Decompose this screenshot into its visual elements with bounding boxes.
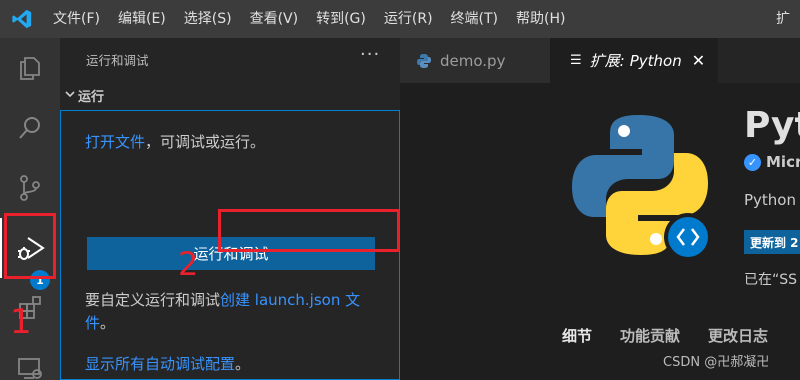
show-all-suffix: 。 <box>235 355 251 373</box>
watermark: CSDN @卍郝凝卍 <box>663 355 770 370</box>
tab-ext-label: Python <box>629 51 682 70</box>
extension-detail-tabs: 细节 功能贡献 更改日志 <box>562 325 768 346</box>
section-label: 运行 <box>78 90 105 105</box>
installed-status: 已在“SS <box>744 272 798 288</box>
menu-help[interactable]: 帮助(H) <box>507 0 574 38</box>
extension-editor: Pyth ✓ Micr Python 更新到 2 已在“SS 细节 功能贡献 更… <box>400 83 800 380</box>
tab-demo-label: demo.py <box>440 51 506 70</box>
annotation-number-2: 2 <box>178 245 199 283</box>
search-icon[interactable] <box>0 98 60 158</box>
tab-contributions[interactable]: 功能贡献 <box>620 325 680 346</box>
annotation-box-2 <box>218 209 400 252</box>
show-all-line: 显示所有自动调试配置。 <box>85 353 250 374</box>
open-file-line: 打开文件，可调试或运行。 <box>85 131 265 152</box>
source-control-icon[interactable] <box>0 158 60 218</box>
extension-description: Python <box>744 191 796 209</box>
window-title: 扩 <box>776 11 790 27</box>
tab-ext-prefix: 扩展: <box>589 52 625 70</box>
files-icon[interactable] <box>0 38 60 98</box>
annotation-number-1: 1 <box>10 302 32 342</box>
menu-view[interactable]: 查看(V) <box>241 0 308 38</box>
close-icon[interactable]: ✕ <box>692 51 705 70</box>
title-bar: 文件(F) 编辑(E) 选择(S) 查看(V) 转到(G) 运行(R) 终端(T… <box>0 0 800 38</box>
publisher[interactable]: ✓ Micr <box>744 153 800 171</box>
menu-terminal[interactable]: 终端(T) <box>442 0 507 38</box>
tab-changelog[interactable]: 更改日志 <box>708 325 768 346</box>
menu-file[interactable]: 文件(F) <box>44 0 109 38</box>
menu-bar: 文件(F) 编辑(E) 选择(S) 查看(V) 转到(G) 运行(R) 终端(T… <box>44 0 574 38</box>
remote-explorer-icon[interactable] <box>0 338 60 380</box>
sidebar-title: 运行和调试 <box>86 53 149 68</box>
menu-run[interactable]: 运行(R) <box>375 0 442 38</box>
verified-icon: ✓ <box>744 153 761 171</box>
menu-go[interactable]: 转到(G) <box>307 0 375 38</box>
chevron-down-icon <box>64 88 78 104</box>
customize-text: 要自定义运行和调试 <box>85 291 221 309</box>
show-all-configs-link[interactable]: 显示所有自动调试配置 <box>85 355 235 373</box>
extension-title: Pyth <box>744 105 800 146</box>
extension-page-icon: ☰ <box>570 53 582 68</box>
tab-details[interactable]: 细节 <box>562 325 592 346</box>
update-button[interactable]: 更新到 2 <box>744 230 800 254</box>
open-file-text: ，可调试或运行。 <box>145 133 266 151</box>
more-actions-icon[interactable]: ··· <box>360 44 380 65</box>
menu-selection[interactable]: 选择(S) <box>175 0 241 38</box>
open-file-link[interactable]: 打开文件 <box>85 133 145 151</box>
tab-demo-py[interactable]: demo.py <box>400 38 550 83</box>
vscode-logo-icon <box>0 0 44 38</box>
customize-suffix: 。 <box>100 314 116 332</box>
customize-line: 要自定义运行和调试创建 launch.json 文件。 <box>85 289 385 335</box>
tab-extension-python[interactable]: ☰ 扩展: Python ✕ <box>550 38 718 83</box>
publisher-name: Micr <box>766 153 800 171</box>
menu-edit[interactable]: 编辑(E) <box>109 0 175 38</box>
annotation-box-1 <box>4 213 56 279</box>
editor-tabs: demo.py ☰ 扩展: Python ✕ <box>400 38 800 83</box>
section-run[interactable]: 运行 <box>64 86 104 105</box>
python-file-icon <box>416 53 432 69</box>
python-logo-icon <box>560 105 720 265</box>
